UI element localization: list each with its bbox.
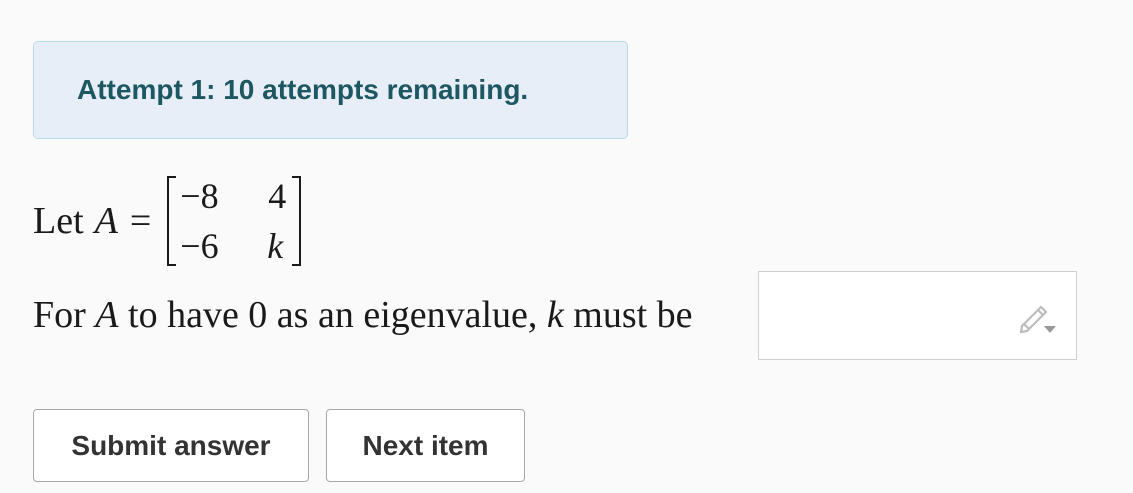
prompt-text: For — [33, 294, 86, 336]
left-bracket — [167, 176, 177, 266]
submit-answer-button[interactable]: Submit answer — [33, 409, 309, 482]
matrix-cell: k — [267, 226, 284, 266]
next-item-button[interactable]: Next item — [326, 409, 525, 482]
answer-field[interactable] — [758, 271, 1077, 360]
prompt-variable-k: k — [546, 294, 564, 336]
prompt-text: must be — [573, 294, 693, 336]
attempts-text: Attempt 1: 10 attempts remaining. — [77, 74, 529, 105]
matrix-cell: −8 — [180, 176, 219, 216]
pencil-icon[interactable] — [1018, 300, 1058, 336]
matrix: −8 4 −6 k — [167, 174, 302, 268]
attempts-alert: Attempt 1: 10 attempts remaining. — [33, 41, 628, 139]
matrix-variable: A — [94, 200, 118, 242]
right-bracket — [292, 176, 302, 266]
matrix-cell: −6 — [180, 226, 219, 266]
matrix-definition: Let A = −8 4 −6 k — [33, 172, 302, 270]
prompt-variable-a: A — [95, 294, 119, 336]
equals-sign: = — [129, 200, 152, 242]
let-label: Let — [33, 200, 84, 242]
question-prompt: For A to have 0 as an eigenvalue, k must… — [33, 292, 693, 338]
matrix-cell: 4 — [268, 176, 287, 216]
prompt-text: to have 0 as an eigenvalue, — [128, 294, 538, 336]
